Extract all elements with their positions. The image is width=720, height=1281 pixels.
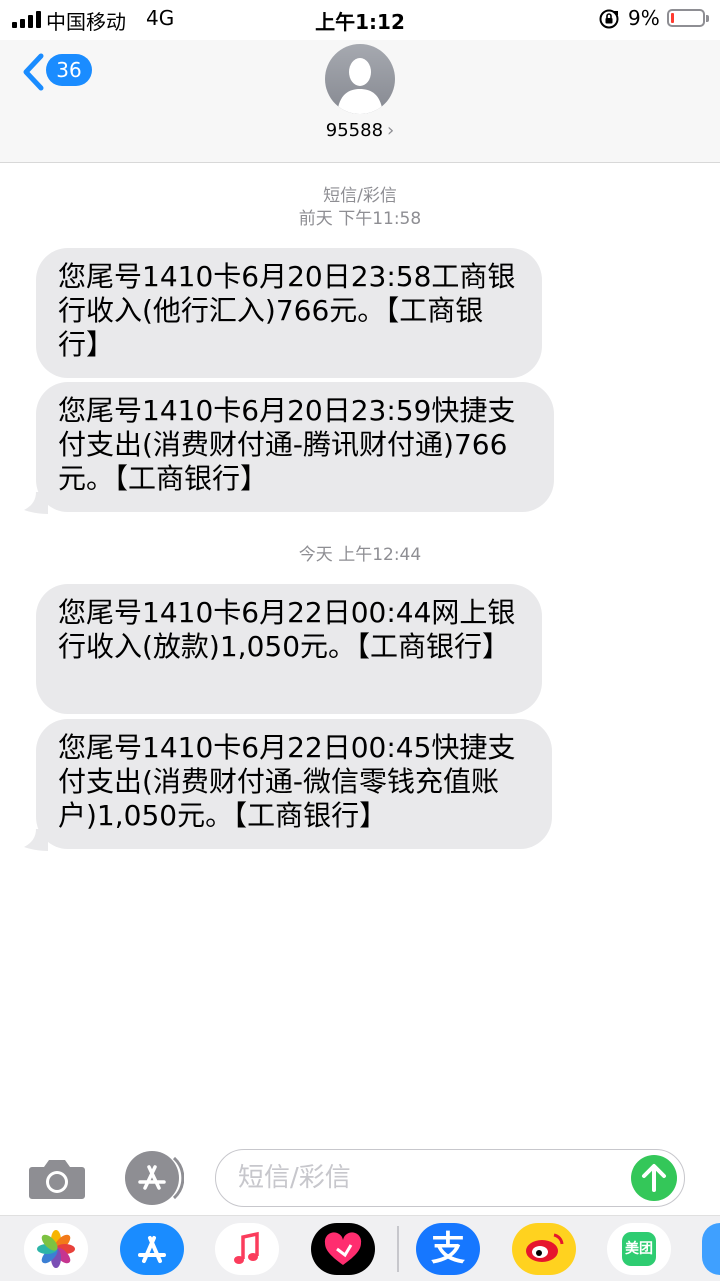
contact-avatar[interactable]: [325, 44, 395, 114]
weibo-eye-icon: [526, 1233, 564, 1262]
alipay-logo: 支: [431, 1229, 465, 1269]
photos-flower-icon: [37, 1230, 75, 1268]
back-unread-badge[interactable]: 36: [46, 54, 92, 86]
message-bubble-4[interactable]: 您尾号1410卡6月22日00:45快捷支付支出(消费财付通-微信零钱充值账户)…: [36, 719, 552, 849]
battery-icon: [667, 9, 709, 27]
bubble-tail: [24, 492, 48, 514]
meituan-logo: 美团: [622, 1232, 656, 1266]
partial-app-icon[interactable]: [702, 1223, 720, 1275]
alipay-app-icon[interactable]: 支: [416, 1223, 480, 1275]
timestamp-group-1: 前天 下午11:58: [298, 209, 422, 229]
message-input[interactable]: 短信/彩信: [215, 1149, 685, 1207]
contact-number: 95588: [325, 120, 384, 141]
back-chevron-icon[interactable]: [20, 52, 46, 92]
music-app-icon[interactable]: [215, 1223, 279, 1275]
weibo-app-icon[interactable]: [512, 1223, 576, 1275]
meituan-app-icon[interactable]: 美团: [607, 1223, 671, 1275]
person-silhouette-icon: [337, 58, 383, 114]
battery-percentage: 9%: [628, 6, 660, 30]
status-bar: 中国移动 4G 上午1:12 9%: [0, 0, 720, 40]
photos-app-icon[interactable]: [24, 1223, 88, 1275]
drawer-divider: [397, 1226, 399, 1272]
conversation-header: 36 95588 ›: [0, 40, 720, 163]
app-store-a-icon: [138, 1236, 166, 1263]
timestamp-group-2: 今天 上午12:44: [298, 545, 422, 565]
app-store-icon[interactable]: [122, 1150, 184, 1206]
message-bubble-2[interactable]: 您尾号1410卡6月20日23:59快捷支付支出(消费财付通-腾讯财付通)766…: [36, 382, 554, 512]
music-note-icon: [234, 1231, 259, 1264]
message-bubble-3[interactable]: 您尾号1410卡6月22日00:44网上银行收入(放款)1,050元。【工商银行…: [36, 584, 542, 714]
digital-touch-app-icon[interactable]: [311, 1223, 375, 1275]
heart-icon: [324, 1232, 362, 1265]
contact-detail-chevron-icon: ›: [387, 120, 395, 141]
app-store-app-icon[interactable]: [120, 1223, 184, 1275]
camera-icon[interactable]: [28, 1155, 86, 1201]
send-button[interactable]: [631, 1155, 677, 1201]
arrow-up-icon: [642, 1164, 666, 1192]
battery-level: [671, 13, 674, 23]
app-drawer: 支 美团: [0, 1215, 720, 1281]
message-bubble-1[interactable]: 您尾号1410卡6月20日23:58工商银行收入(他行汇入)766元。【工商银行…: [36, 248, 542, 378]
rotation-lock-icon: [599, 9, 619, 29]
service-label: 短信/彩信: [323, 186, 397, 206]
contact-name[interactable]: 95588 ›: [0, 120, 720, 141]
bubble-tail: [24, 829, 48, 851]
